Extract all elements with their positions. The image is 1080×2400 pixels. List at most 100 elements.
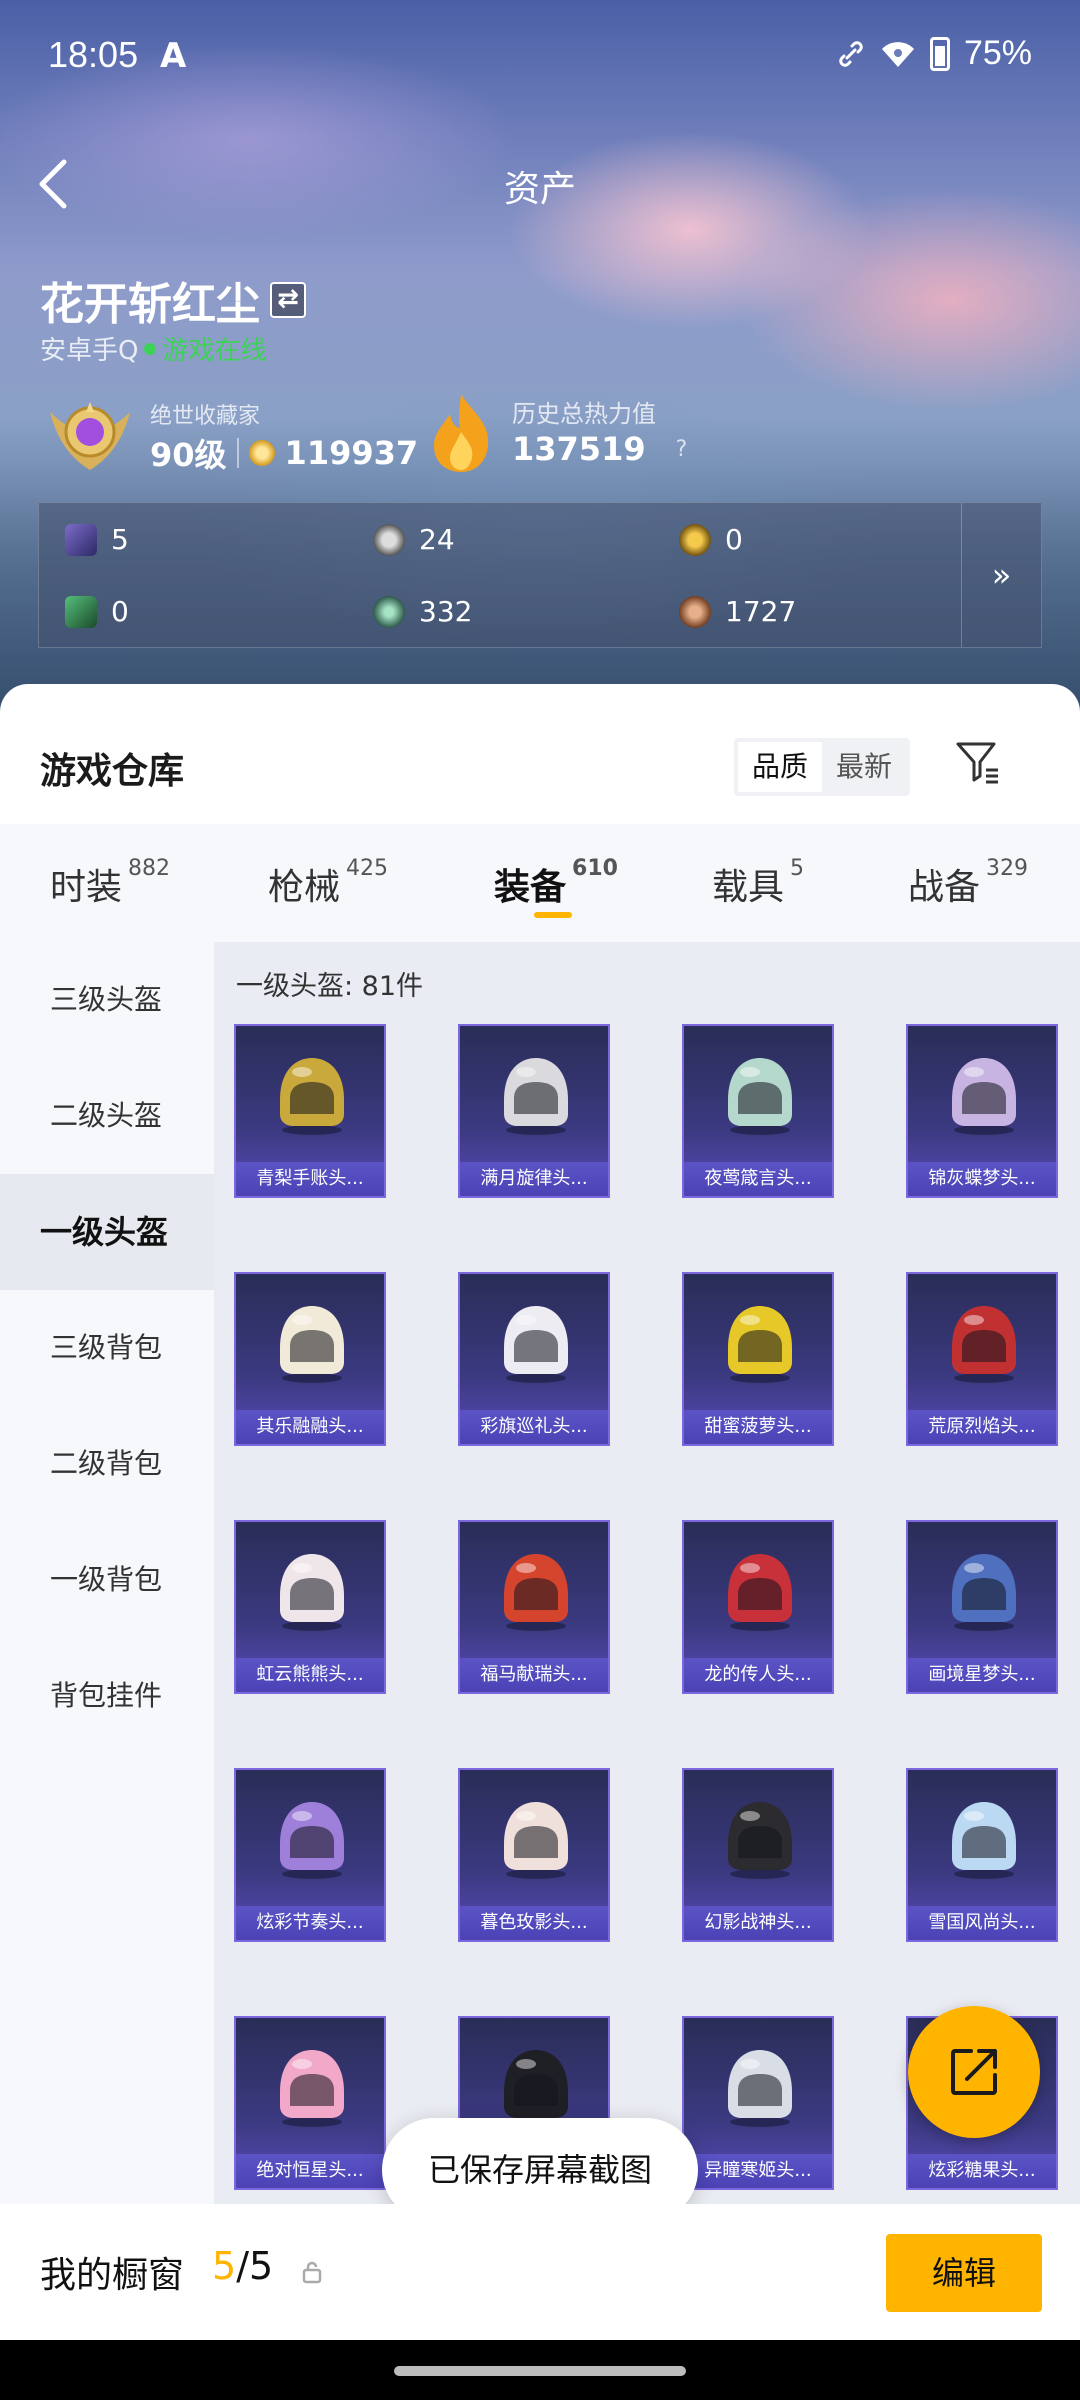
heat-row: 137519 ?: [512, 430, 687, 468]
helmet-icon: [504, 1802, 568, 1879]
subcategory-sidebar: 三级头盔 二级头盔 一级头盔 三级背包 二级背包 一级背包 背包挂件: [0, 942, 214, 2204]
tab-vehicles[interactable]: 载具 5: [712, 856, 805, 910]
item-name: 幻影战神头...: [684, 1906, 832, 1940]
item-name: 虹云熊熊头...: [236, 1658, 384, 1692]
item-card[interactable]: 暮色玫影头...: [458, 1768, 610, 1942]
item-card[interactable]: 甜蜜菠萝头...: [682, 1272, 834, 1446]
sort-option-quality[interactable]: 品质: [738, 742, 823, 792]
tab-label: 时装: [50, 867, 123, 908]
player-name-row: 花开斩红尘 ⇄: [40, 268, 306, 332]
resource-value: 0: [111, 595, 129, 628]
sidebar-item-level3-helmet[interactable]: 三级头盔: [0, 942, 214, 1058]
helmet-icon: [728, 1058, 792, 1135]
showcase-bar: 我的橱窗 5/5 编辑: [0, 2204, 1080, 2340]
tab-count: 425: [346, 856, 389, 881]
item-name: 雪国风尚头...: [908, 1906, 1056, 1940]
resource-value: 1727: [725, 595, 797, 628]
tab-count: 5: [790, 856, 805, 881]
item-name: 夜莺箴言头...: [684, 1162, 832, 1196]
page-title: 资产: [503, 169, 576, 210]
coin-icon: [248, 440, 275, 466]
coin-count: 119937: [284, 434, 419, 472]
tab-count: 329: [986, 856, 1029, 881]
resource-item: 0: [65, 595, 129, 628]
sort-toggle: 品质 最新: [734, 738, 911, 796]
fire-icon: [434, 394, 489, 472]
item-card[interactable]: 其乐融融头...: [234, 1272, 386, 1446]
item-card[interactable]: 虹云熊熊头...: [234, 1520, 386, 1694]
item-card[interactable]: 锦灰蝶梦头...: [906, 1024, 1058, 1198]
item-card[interactable]: 幻影战神头...: [682, 1768, 834, 1942]
item-name: 福马献瑞头...: [460, 1658, 608, 1692]
tab-combat-gear[interactable]: 战备 329: [908, 856, 1029, 910]
online-dot-icon: [144, 342, 157, 355]
app-notification-icon: A: [160, 36, 187, 76]
sidebar-item-level2-helmet[interactable]: 二级头盔: [0, 1058, 214, 1174]
helmet-icon: [280, 1058, 344, 1135]
sidebar-item-backpack-charm[interactable]: 背包挂件: [0, 1638, 214, 1754]
resources-panel: 5 24 0 0 332 1727 »: [38, 502, 1042, 648]
system-nav-bar: [0, 2340, 1080, 2400]
helmet-icon: [728, 1554, 792, 1631]
switch-account-icon[interactable]: ⇄: [270, 282, 306, 318]
item-card[interactable]: 龙的传人头...: [682, 1520, 834, 1694]
item-card[interactable]: 异瞳寒姬头...: [682, 2016, 834, 2190]
item-card[interactable]: 绝对恒星头...: [234, 2016, 386, 2190]
silver-medal-icon: [373, 523, 405, 556]
helmet-icon: [504, 1058, 568, 1135]
helmet-icon: [728, 1802, 792, 1879]
tab-label: 载具: [712, 867, 785, 908]
status-bar: 18:05 A 75%: [48, 28, 1032, 88]
resource-item: 1727: [679, 595, 796, 628]
item-card[interactable]: 炫彩节奏头...: [234, 1768, 386, 1942]
rank-title: 绝世收藏家: [150, 404, 261, 429]
gold-medal-icon: [679, 523, 711, 556]
share-button[interactable]: [908, 2006, 1040, 2138]
item-card[interactable]: 荒原烈焰头...: [906, 1272, 1058, 1446]
item-card[interactable]: 青梨手账头...: [234, 1024, 386, 1198]
item-card[interactable]: 满月旋律头...: [458, 1024, 610, 1198]
home-gesture-handle[interactable]: [394, 2366, 686, 2376]
item-card[interactable]: 雪国风尚头...: [906, 1768, 1058, 1942]
bronze-token-icon: [679, 595, 711, 628]
item-name: 炫彩糖果头...: [908, 2154, 1056, 2188]
tab-firearms[interactable]: 枪械 425: [268, 856, 389, 910]
item-name: 画境星梦头...: [908, 1658, 1056, 1692]
tab-equipment[interactable]: 装备 610: [494, 856, 618, 910]
help-icon[interactable]: ?: [676, 437, 688, 462]
item-name: 炫彩节奏头...: [236, 1906, 384, 1940]
rank-level-row: 90级 119937: [150, 430, 418, 476]
resource-value: 24: [419, 523, 455, 556]
item-name: 异瞳寒姬头...: [684, 2154, 832, 2188]
sidebar-item-level1-helmet[interactable]: 一级头盔: [0, 1174, 214, 1290]
resource-item: 24: [373, 523, 455, 556]
item-card[interactable]: 彩旗巡礼头...: [458, 1272, 610, 1446]
helmet-icon: [280, 2050, 344, 2127]
heat-title: 历史总热力值: [512, 400, 656, 428]
item-name: 锦灰蝶梦头...: [908, 1162, 1056, 1196]
sidebar-item-level1-backpack[interactable]: 一级背包: [0, 1522, 214, 1638]
sort-option-latest[interactable]: 最新: [822, 742, 906, 792]
purple-card-icon: [65, 523, 97, 556]
resources-more-button[interactable]: »: [961, 503, 1041, 647]
item-card[interactable]: 福马献瑞头...: [458, 1520, 610, 1694]
item-card[interactable]: 画境星梦头...: [906, 1520, 1058, 1694]
rank-level: 90级: [150, 436, 227, 474]
lock-icon: [302, 2261, 322, 2284]
filter-icon[interactable]: [954, 738, 1002, 786]
battery-icon: [929, 36, 950, 71]
sidebar-item-level3-backpack[interactable]: 三级背包: [0, 1290, 214, 1406]
resource-item: 0: [679, 523, 743, 556]
resource-item: 5: [65, 523, 129, 556]
tab-fashion[interactable]: 时装 882: [50, 856, 170, 910]
item-card[interactable]: 夜莺箴言头...: [682, 1024, 834, 1198]
edit-button[interactable]: 编辑: [886, 2234, 1042, 2312]
item-name: 绝对恒星头...: [236, 2154, 384, 2188]
category-tabs: 时装 882 枪械 425 装备 610 载具 5 战备 329: [0, 824, 1080, 942]
sidebar-item-level2-backpack[interactable]: 二级背包: [0, 1406, 214, 1522]
wifi-icon: [881, 41, 914, 67]
item-name: 甜蜜菠萝头...: [684, 1410, 832, 1444]
tab-label: 装备: [494, 867, 567, 908]
resource-item: 332: [373, 595, 472, 628]
tab-label: 战备: [908, 867, 981, 908]
